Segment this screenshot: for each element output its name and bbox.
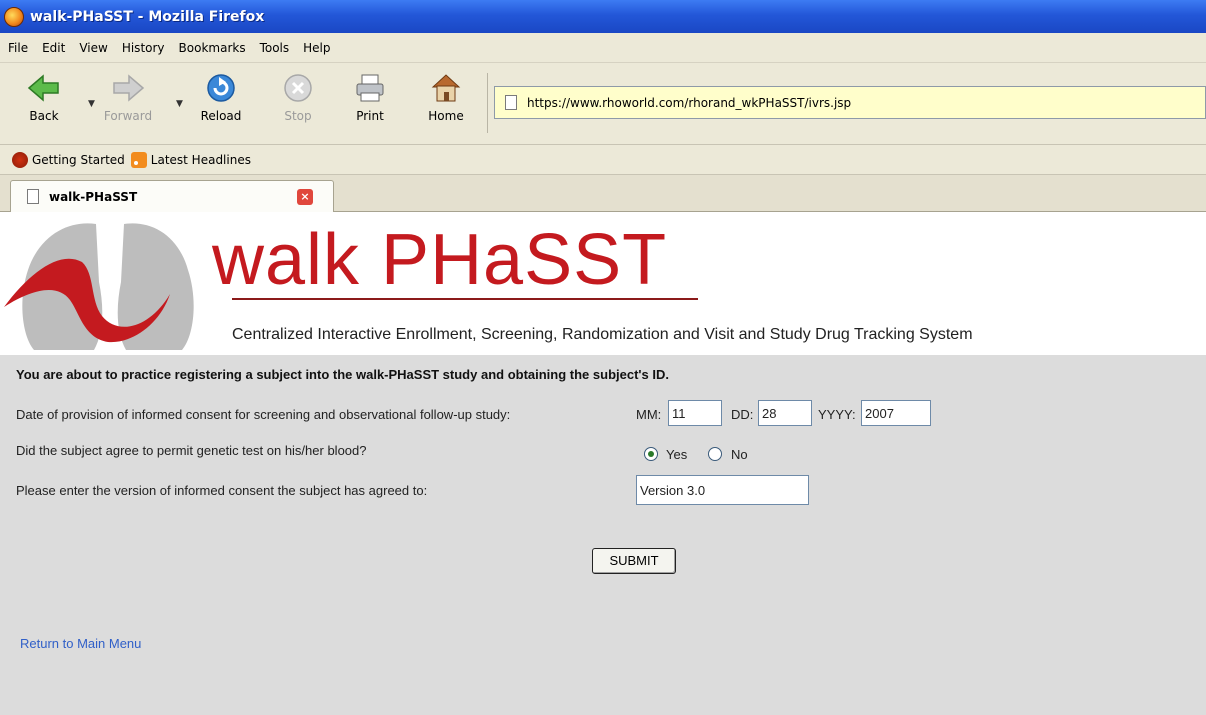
bookmark-label: Getting Started xyxy=(32,152,125,167)
yes-label: Yes xyxy=(666,447,688,462)
brand-title: walk PHaSST xyxy=(212,220,668,300)
no-label: No xyxy=(731,447,748,462)
page-header: walk PHaSST Centralized Interactive Enro… xyxy=(0,212,1206,355)
form-intro: You are about to practice registering a … xyxy=(16,367,669,382)
home-button[interactable]: Home xyxy=(418,71,474,123)
consent-version-label: Please enter the version of informed con… xyxy=(16,483,428,498)
print-button[interactable]: Print xyxy=(342,71,398,123)
tab-strip: walk-PHaSST × xyxy=(0,175,1206,212)
brand-underline xyxy=(232,298,698,300)
consent-version-input[interactable]: Version 3.0 xyxy=(636,475,809,505)
page-icon xyxy=(27,189,39,204)
forward-dropdown-arrow-icon[interactable]: ▼ xyxy=(176,99,183,109)
printer-icon xyxy=(353,71,387,105)
firefox-icon xyxy=(4,6,24,27)
forward-label: Forward xyxy=(103,109,153,123)
window-titlebar: walk-PHaSST - Mozilla Firefox xyxy=(0,0,1206,33)
stop-button[interactable]: Stop xyxy=(270,71,326,123)
menu-file[interactable]: File xyxy=(8,41,28,55)
back-label: Back xyxy=(29,109,59,123)
reload-label: Reload xyxy=(200,109,242,123)
menu-view[interactable]: View xyxy=(79,41,107,55)
consent-day-input[interactable]: 28 xyxy=(758,400,812,426)
address-url[interactable]: https://www.rhoworld.com/rhorand_wkPHaSS… xyxy=(527,96,851,110)
genetic-no-radio[interactable] xyxy=(708,447,722,461)
navigation-toolbar: Back ▼ Forward ▼ Reload Stop Print Home … xyxy=(0,63,1206,145)
menu-bar: File Edit View History Bookmarks Tools H… xyxy=(0,33,1206,63)
home-label: Home xyxy=(428,109,464,123)
consent-year-input[interactable]: 2007 xyxy=(861,400,931,426)
menu-tools[interactable]: Tools xyxy=(260,41,290,55)
bookmark-getting-started[interactable]: Getting Started xyxy=(12,151,125,168)
reload-button[interactable]: Reload xyxy=(193,71,249,123)
tab-title: walk-PHaSST xyxy=(49,189,138,204)
back-dropdown-arrow-icon[interactable]: ▼ xyxy=(88,99,95,109)
yyyy-label: YYYY: xyxy=(818,407,856,422)
bookmark-label: Latest Headlines xyxy=(150,152,251,167)
reload-icon xyxy=(204,71,238,105)
consent-date-label: Date of provision of informed consent fo… xyxy=(16,407,511,422)
forward-button[interactable]: Forward xyxy=(100,71,156,123)
page-icon xyxy=(505,95,517,110)
consent-month-input[interactable]: 11 xyxy=(668,400,722,426)
address-bar[interactable]: https://www.rhoworld.com/rhorand_wkPHaSS… xyxy=(494,86,1206,119)
genetic-test-label: Did the subject agree to permit genetic … xyxy=(16,443,367,458)
forward-arrow-icon xyxy=(111,71,145,105)
stop-label: Stop xyxy=(284,109,312,123)
menu-history[interactable]: History xyxy=(122,41,165,55)
menu-bookmarks[interactable]: Bookmarks xyxy=(179,41,246,55)
close-tab-icon[interactable]: × xyxy=(297,189,313,205)
bookmark-latest-headlines[interactable]: Latest Headlines xyxy=(130,151,251,168)
stop-icon xyxy=(281,71,315,105)
menu-edit[interactable]: Edit xyxy=(42,41,65,55)
dd-label: DD: xyxy=(731,407,754,422)
genetic-yes-radio[interactable] xyxy=(644,447,658,461)
tab-walk-phasst[interactable]: walk-PHaSST × xyxy=(10,180,334,212)
window-title: walk-PHaSST - Mozilla Firefox xyxy=(30,8,265,25)
getting-started-icon xyxy=(12,151,28,168)
back-arrow-icon xyxy=(27,71,61,105)
toolbar-separator xyxy=(487,73,488,133)
bookmarks-toolbar: Getting Started Latest Headlines xyxy=(0,145,1206,175)
lungs-logo-icon xyxy=(4,223,194,350)
print-label: Print xyxy=(356,109,384,123)
registration-form: You are about to practice registering a … xyxy=(0,355,1206,715)
back-button[interactable]: Back xyxy=(16,71,72,123)
return-to-main-menu-link[interactable]: Return to Main Menu xyxy=(20,636,141,651)
rss-icon xyxy=(130,151,147,168)
mm-label: MM: xyxy=(636,407,662,422)
system-subtitle: Centralized Interactive Enrollment, Scre… xyxy=(232,326,973,343)
submit-button[interactable]: SUBMIT xyxy=(592,548,676,574)
home-icon xyxy=(429,71,463,105)
menu-help[interactable]: Help xyxy=(303,41,330,55)
